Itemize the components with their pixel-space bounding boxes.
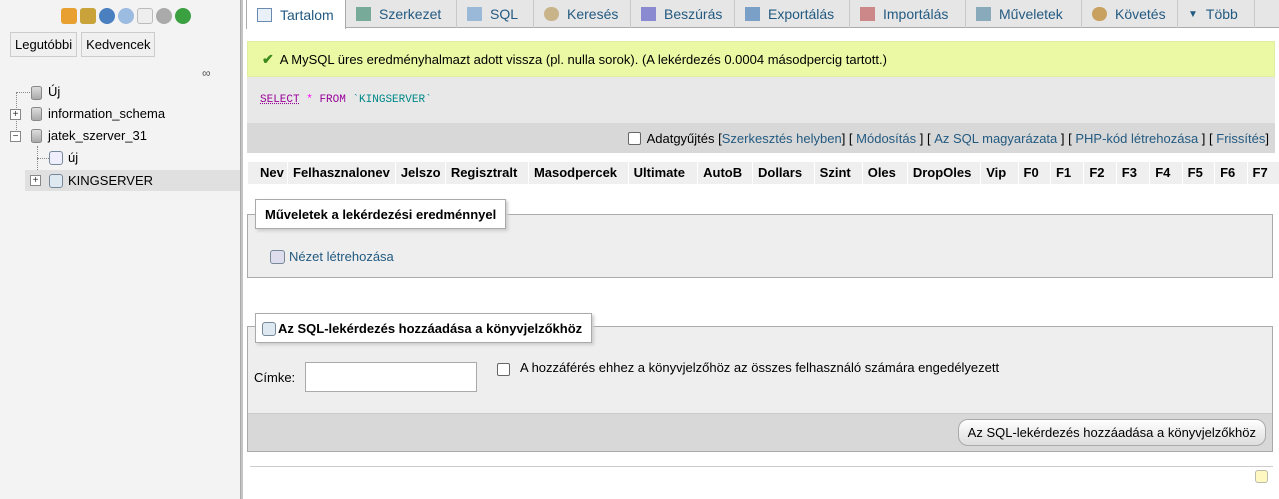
database-icon <box>31 107 42 121</box>
column-header[interactable]: F2 <box>1083 162 1115 184</box>
favorites-tab[interactable]: Kedvencek <box>81 32 156 57</box>
tab-import[interactable]: Importálás <box>850 0 966 28</box>
tree-db-information-schema[interactable]: information_schema <box>48 104 165 124</box>
wrench-icon <box>976 7 991 21</box>
sql-query-box: SELECT * FROM `KINGSERVER` <box>247 77 1275 123</box>
new-database-icon[interactable] <box>31 86 42 100</box>
bookmark-shared-label: A hozzáférés ehhez a könyvjelzőhöz az ös… <box>520 360 1000 375</box>
column-header[interactable]: Jelszo <box>394 162 445 184</box>
tree-db-jatek-szerver[interactable]: jatek_szerver_31 <box>48 126 147 146</box>
tab-tracking[interactable]: Követés <box>1082 0 1178 28</box>
column-header[interactable]: DropOles <box>906 162 980 184</box>
gear-icon[interactable] <box>156 8 172 24</box>
page-icon[interactable] <box>137 8 153 24</box>
column-header[interactable]: Regisztralt <box>444 162 528 184</box>
create-view-icon <box>270 250 285 264</box>
recent-tab[interactable]: Legutóbbi <box>10 32 78 57</box>
export-icon <box>745 7 760 21</box>
tab-operations[interactable]: Műveletek <box>966 0 1082 28</box>
console-icon[interactable] <box>1255 470 1268 483</box>
column-header[interactable]: F5 <box>1181 162 1214 184</box>
top-tabs: Tartalom Szerkezet SQL Keresés Beszúrás … <box>246 0 1279 29</box>
help-icon[interactable] <box>99 8 115 24</box>
bookmark-fieldset: Az SQL-lekérdezés hozzáadása a könyvjelz… <box>247 313 1273 452</box>
import-icon <box>860 7 875 21</box>
column-header[interactable]: AutoB <box>697 162 752 184</box>
tab-export[interactable]: Exportálás <box>735 0 850 28</box>
create-view-link[interactable]: Nézet létrehozása <box>289 249 394 264</box>
bookmark-shared-checkbox[interactable] <box>497 363 510 376</box>
add-bookmark-button[interactable]: Az SQL-lekérdezés hozzáadása a könyvjelz… <box>957 419 1266 446</box>
expand-icon[interactable]: + <box>30 175 41 186</box>
database-icon <box>31 129 42 143</box>
sql-from-keyword: FROM <box>319 94 346 106</box>
column-header[interactable]: F0 <box>1017 162 1050 184</box>
bookmark-footer: Az SQL-lekérdezés hozzáadása a könyvjelz… <box>248 413 1272 451</box>
column-header[interactable]: Szint <box>813 162 862 184</box>
table-icon <box>257 7 272 22</box>
query-action-bar: Adatgyűjtés [Szerkesztés helyben] [ Módo… <box>247 123 1275 153</box>
column-header[interactable]: Oles <box>861 162 907 184</box>
tab-structure[interactable]: Szerkezet <box>346 0 457 28</box>
tab-more[interactable]: ▼ Több <box>1178 0 1255 28</box>
column-header[interactable]: F6 <box>1214 162 1246 184</box>
tab-sql[interactable]: SQL <box>457 0 534 28</box>
query-results-operations: Műveletek a lekérdezési eredménnyel Néze… <box>247 199 1273 278</box>
navigation-sidebar: Legutóbbi Kedvencek ∞ Új + information_s… <box>0 0 240 499</box>
reload-icon[interactable] <box>175 8 191 24</box>
column-header[interactable]: F3 <box>1115 162 1149 184</box>
chevron-down-icon: ▼ <box>1188 8 1198 20</box>
new-table-link[interactable]: új <box>68 148 78 168</box>
edit-inline-link[interactable]: Szerkesztés helyben <box>722 131 842 146</box>
divider <box>250 466 1273 467</box>
new-table-icon[interactable] <box>49 151 63 165</box>
sidebar-resizer[interactable] <box>240 0 243 499</box>
insert-icon <box>641 7 656 21</box>
column-header[interactable]: Vip <box>980 162 1017 184</box>
bookmark-legend: Az SQL-lekérdezés hozzáadása a könyvjelz… <box>255 313 593 343</box>
tab-browse[interactable]: Tartalom <box>246 0 346 29</box>
tab-insert[interactable]: Beszúrás <box>631 0 735 28</box>
column-header[interactable]: Masodpercek <box>527 162 628 184</box>
success-text: A MySQL üres eredményhalmazt adott vissz… <box>279 51 887 67</box>
column-header[interactable]: Dollars <box>751 162 814 184</box>
sql-icon <box>467 7 482 21</box>
sql-star: * <box>306 94 313 106</box>
column-header[interactable]: Ultimate <box>627 162 697 184</box>
sql-table-name: `KINGSERVER` <box>352 94 432 106</box>
link-icon[interactable]: ∞ <box>202 66 211 80</box>
php-code-link[interactable]: PHP-kód létrehozása <box>1075 131 1198 146</box>
column-header[interactable]: F7 <box>1246 162 1279 184</box>
new-database-link[interactable]: Új <box>48 82 60 102</box>
profiling-checkbox[interactable] <box>627 131 641 145</box>
edit-link[interactable]: Módosítás <box>856 131 916 146</box>
structure-icon <box>356 7 371 21</box>
profiling-label: Adatgyűjtés <box>646 130 715 146</box>
bookmark-label-input[interactable] <box>305 362 477 392</box>
home-icon[interactable] <box>61 8 77 24</box>
tab-search[interactable]: Keresés <box>534 0 631 28</box>
collapse-icon[interactable]: − <box>10 131 21 142</box>
logout-icon[interactable] <box>80 8 96 24</box>
result-table-header: Nev Felhasznalonev Jelszo Regisztralt Ma… <box>247 162 1279 184</box>
label-caption: Címke: <box>254 370 296 385</box>
column-header[interactable]: Nev <box>247 162 287 184</box>
search-icon <box>544 7 559 21</box>
column-header[interactable]: Felhasznalonev <box>287 162 395 184</box>
expand-icon[interactable]: + <box>10 109 21 120</box>
operations-legend: Műveletek a lekérdezési eredménnyel <box>255 199 507 229</box>
refresh-link[interactable]: Frissítés <box>1216 131 1265 146</box>
success-check-icon: ✔ <box>262 50 274 67</box>
explain-sql-link[interactable]: Az SQL magyarázata <box>934 131 1057 146</box>
docs-icon[interactable] <box>118 8 134 24</box>
column-header[interactable]: F1 <box>1049 162 1083 184</box>
success-message: ✔ A MySQL üres eredményhalmazt adott vis… <box>247 41 1275 77</box>
sidebar-toolbar <box>61 8 191 24</box>
tree-table-kingserver[interactable]: KINGSERVER <box>68 171 153 191</box>
column-header[interactable]: F4 <box>1149 162 1181 184</box>
sql-select-keyword[interactable]: SELECT <box>260 94 300 106</box>
table-icon[interactable] <box>49 174 63 188</box>
eye-icon <box>1092 7 1107 21</box>
bookmark-icon <box>262 322 276 336</box>
